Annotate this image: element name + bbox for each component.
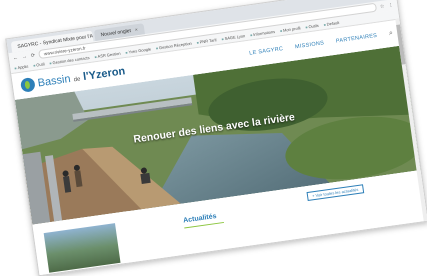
back-icon[interactable]: ← (13, 55, 19, 62)
bookmark-item[interactable]: Applis (14, 64, 28, 71)
bookmark-item[interactable]: Informations (250, 29, 275, 37)
bookmark-item[interactable]: Outil (33, 61, 45, 68)
forward-icon[interactable]: → (22, 53, 28, 60)
bookmark-item[interactable]: SAGE Lyon (221, 33, 245, 41)
logo-icon (19, 76, 36, 93)
bookmark-item[interactable]: Default (323, 20, 339, 27)
all-news-button[interactable]: + Voir toutes les actualités (306, 184, 364, 202)
screenshot-frame: SAGYRC - Syndicat Mixte pour l'A × Nouve… (5, 0, 427, 276)
bookmark-item[interactable]: Yves Google (125, 46, 151, 55)
nav-item-partenaires[interactable]: PARTENAIRES (336, 33, 378, 45)
tab-label: Nouvel onglet (100, 27, 132, 38)
menu-icon[interactable]: ⋮ (388, 2, 394, 9)
nav-item-missions[interactable]: MISSIONS (295, 40, 325, 50)
news-thumbnail[interactable] (43, 223, 121, 273)
logo-word-de: de (73, 76, 81, 84)
bookmark-item[interactable]: PNR Tarif (196, 37, 217, 45)
logo-word-bassin: Bassin (36, 72, 72, 90)
logo-word-yzeron: l'Yzeron (82, 65, 126, 84)
bookmark-item[interactable]: Mon profil (280, 25, 301, 33)
search-icon[interactable]: ⌕ (389, 30, 394, 39)
bookmark-item[interactable]: Outils (305, 23, 319, 30)
bookmark-item[interactable]: ASR Gestion (94, 51, 121, 60)
star-icon[interactable]: ☆ (380, 3, 385, 10)
nav-item-sagyrc[interactable]: LE SAGYRC (249, 46, 284, 57)
close-icon[interactable]: × (134, 27, 138, 33)
reload-icon[interactable]: ⟳ (30, 52, 35, 59)
